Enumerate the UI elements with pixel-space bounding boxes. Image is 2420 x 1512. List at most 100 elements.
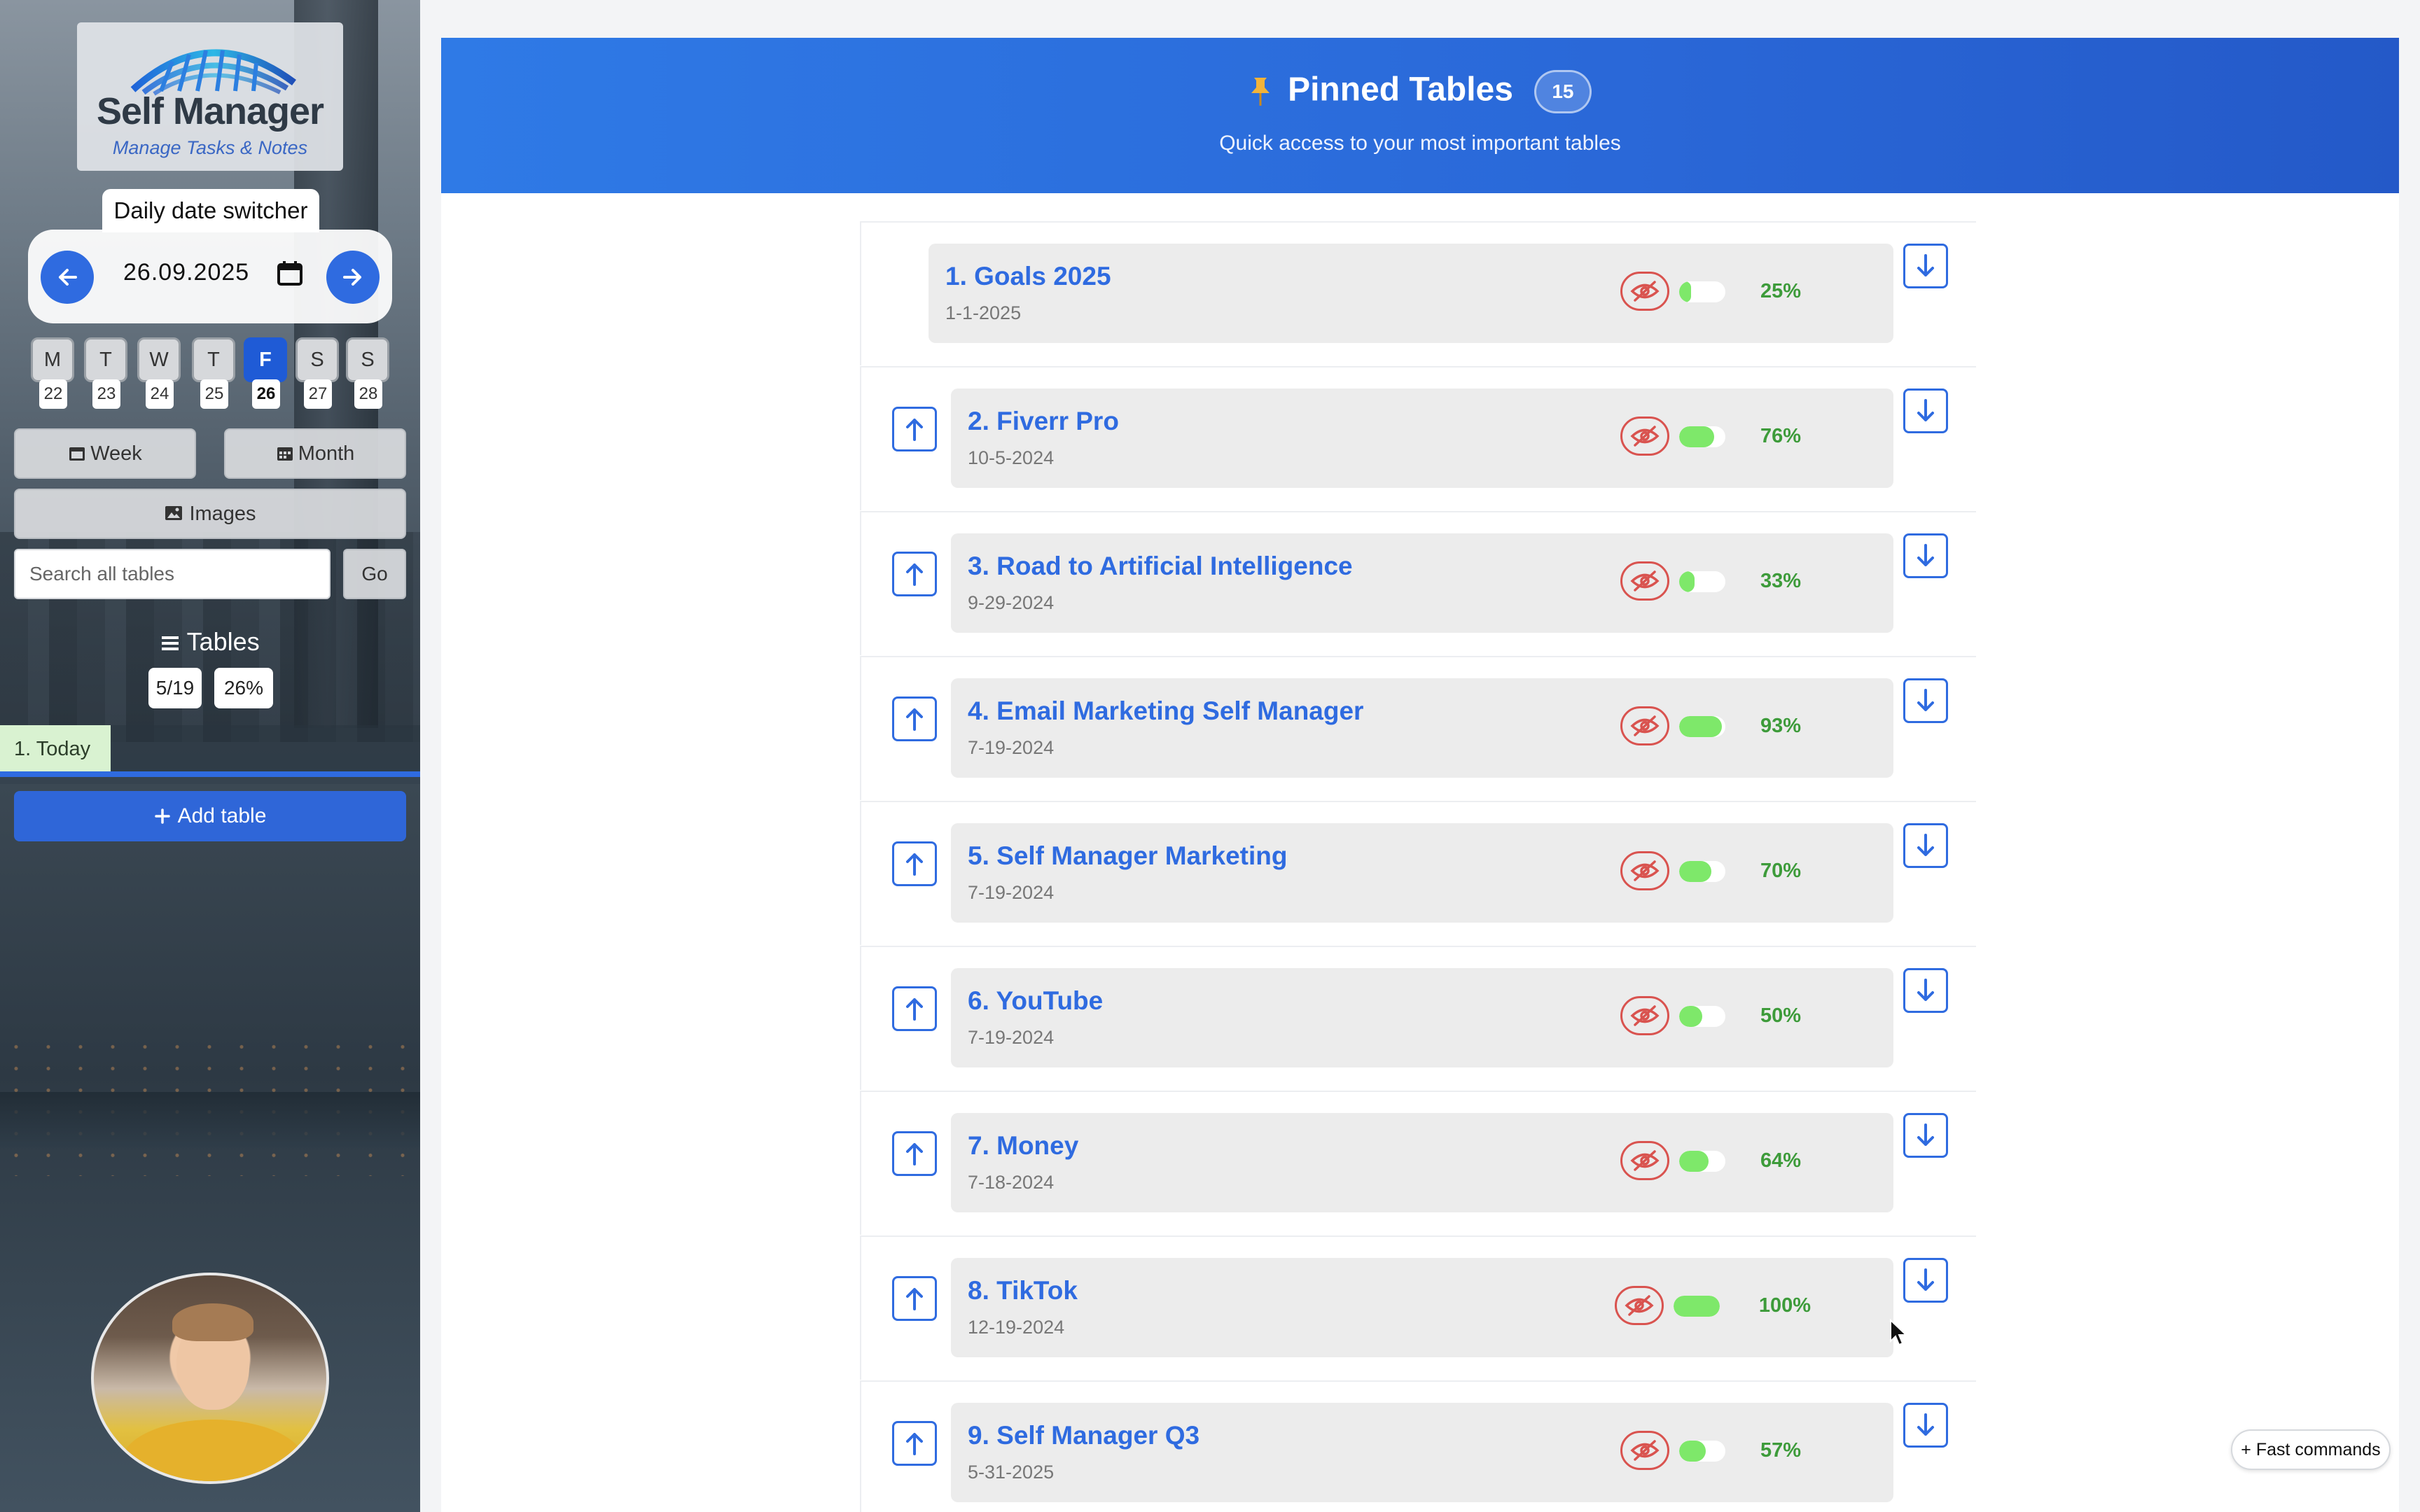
unpin-button[interactable] (1620, 416, 1669, 456)
next-day-button[interactable] (326, 251, 380, 304)
unpin-button[interactable] (1615, 1286, 1664, 1325)
table-card[interactable]: 5. Self Manager Marketing 7-19-2024 70% (951, 823, 1893, 923)
move-down-button[interactable] (1903, 1258, 1948, 1303)
search-go-button[interactable]: Go (343, 549, 406, 599)
logo-arcs-icon (130, 49, 296, 96)
move-down-button[interactable] (1903, 1403, 1948, 1448)
day-mon[interactable]: M 22 (31, 337, 77, 409)
calendar-month-icon (277, 447, 293, 461)
day-number: 25 (200, 379, 228, 409)
unpin-button[interactable] (1620, 1431, 1669, 1470)
table-row: 8. TikTok 12-19-2024 100% (860, 1236, 1976, 1380)
day-sat[interactable]: S 27 (295, 337, 342, 409)
unpin-button[interactable] (1620, 561, 1669, 601)
unpin-button[interactable] (1620, 706, 1669, 746)
progress-bar (1679, 1151, 1725, 1172)
add-table-label: Add table (177, 804, 267, 827)
table-card[interactable]: 2. Fiverr Pro 10-5-2024 76% (951, 388, 1893, 488)
table-date: 1-1-2025 (945, 302, 1022, 323)
progress-fill (1674, 1296, 1720, 1317)
table-title[interactable]: 8. TikTok (968, 1276, 1078, 1306)
move-up-button[interactable] (892, 1131, 937, 1176)
table-row: 9. Self Manager Q3 5-31-2025 57% (860, 1380, 1976, 1512)
table-title[interactable]: 6. YouTube (968, 986, 1103, 1016)
table-card[interactable]: 4. Email Marketing Self Manager 7-19-2024… (951, 678, 1893, 778)
unpin-button[interactable] (1620, 996, 1669, 1035)
move-down-button[interactable] (1903, 388, 1948, 433)
tables-heading: Tables (0, 627, 420, 657)
arrow-up-icon (906, 1143, 923, 1166)
move-down-button[interactable] (1903, 244, 1948, 288)
day-number: 23 (92, 379, 120, 409)
table-card[interactable]: 3. Road to Artificial Intelligence 9-29-2… (951, 533, 1893, 633)
table-row: 1. Goals 2025 1-1-2025 25% (860, 221, 1976, 365)
tables-count-badge: 5/19 (148, 668, 202, 708)
table-title[interactable]: 3. Road to Artificial Intelligence (968, 552, 1353, 581)
progress-fill (1679, 1006, 1702, 1027)
day-letter: F (244, 337, 287, 382)
table-row: 3. Road to Artificial Intelligence 9-29-2… (860, 511, 1976, 655)
move-up-button[interactable] (892, 407, 937, 451)
move-down-button[interactable] (1903, 1113, 1948, 1158)
day-sun[interactable]: S 28 (346, 337, 392, 409)
images-button[interactable]: Images (14, 489, 406, 539)
fast-commands-button[interactable]: + Fast commands (2231, 1429, 2391, 1470)
app-logo[interactable]: Self Manager Manage Tasks & Notes (77, 22, 343, 171)
table-title[interactable]: 9. Self Manager Q3 (968, 1421, 1199, 1450)
table-row: 5. Self Manager Marketing 7-19-2024 70% (860, 801, 1976, 945)
day-tue[interactable]: T 23 (84, 337, 130, 409)
move-down-button[interactable] (1903, 968, 1948, 1013)
table-title[interactable]: 1. Goals 2025 (945, 262, 1111, 291)
week-button[interactable]: Week (14, 428, 196, 479)
table-title[interactable]: 2. Fiverr Pro (968, 407, 1119, 436)
eye-slash-icon (1630, 570, 1660, 592)
image-icon (165, 506, 183, 520)
month-button[interactable]: Month (224, 428, 406, 479)
date-input[interactable]: 26.09.2025 (123, 259, 249, 286)
pinned-header: Pinned Tables 15 Quick access to your mos… (441, 38, 2399, 193)
move-up-button[interactable] (892, 986, 937, 1031)
day-number: 26 (252, 379, 280, 409)
day-wed[interactable]: W 24 (137, 337, 183, 409)
table-title[interactable]: 5. Self Manager Marketing (968, 841, 1287, 871)
pin-icon (1251, 78, 1270, 106)
table-card[interactable]: 6. YouTube 7-19-2024 50% (951, 968, 1893, 1068)
tab-divider (0, 771, 420, 777)
prev-day-button[interactable] (41, 251, 94, 304)
add-table-button[interactable]: Add table (14, 791, 406, 841)
progress-bar (1679, 1441, 1725, 1462)
move-down-button[interactable] (1903, 823, 1948, 868)
table-card[interactable]: 1. Goals 2025 1-1-2025 25% (929, 244, 1893, 343)
avatar[interactable] (91, 1273, 329, 1484)
calendar-icon[interactable] (276, 259, 304, 287)
move-up-button[interactable] (892, 1276, 937, 1321)
table-tab-today[interactable]: 1. Today (0, 725, 111, 773)
unpin-button[interactable] (1620, 1141, 1669, 1180)
table-card[interactable]: 7. Money 7-18-2024 64% (951, 1113, 1893, 1212)
move-up-button[interactable] (892, 552, 937, 596)
day-thu[interactable]: T 25 (192, 337, 238, 409)
search-input[interactable] (14, 549, 331, 599)
background-bridge (0, 1092, 420, 1148)
arrow-down-icon (1917, 1413, 1934, 1436)
move-up-button[interactable] (892, 696, 937, 741)
move-down-button[interactable] (1903, 533, 1948, 578)
progress-bar (1679, 281, 1725, 302)
unpin-button[interactable] (1620, 272, 1669, 311)
progress-bar (1679, 861, 1725, 882)
table-card[interactable]: 8. TikTok 12-19-2024 100% (951, 1258, 1893, 1357)
pinned-title: Pinned Tables 15 (441, 70, 2399, 113)
table-row: 2. Fiverr Pro 10-5-2024 76% (860, 366, 1976, 510)
table-tabs: 1. Today (0, 725, 420, 773)
move-up-button[interactable] (892, 1421, 937, 1466)
unpin-button[interactable] (1620, 851, 1669, 890)
move-down-button[interactable] (1903, 678, 1948, 723)
day-fri[interactable]: F 26 (244, 337, 290, 409)
table-title[interactable]: 4. Email Marketing Self Manager (968, 696, 1363, 726)
progress-fill (1679, 281, 1691, 302)
table-card[interactable]: 9. Self Manager Q3 5-31-2025 57% (951, 1403, 1893, 1502)
arrow-down-icon (1917, 254, 1934, 276)
move-up-button[interactable] (892, 841, 937, 886)
table-title[interactable]: 7. Money (968, 1131, 1078, 1161)
arrow-left-icon (59, 269, 77, 286)
